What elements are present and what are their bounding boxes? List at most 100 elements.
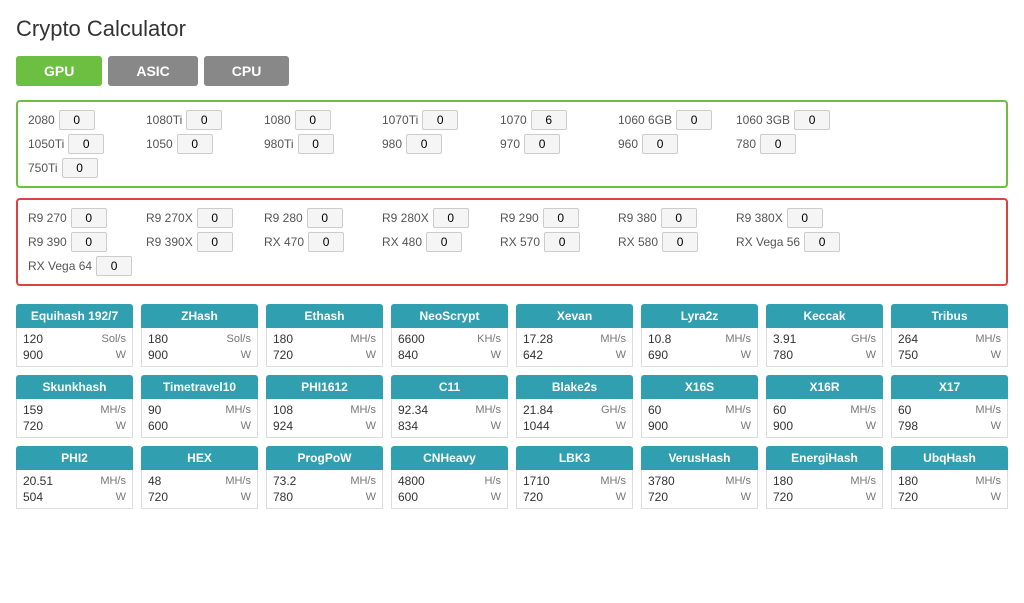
- algo-power-unit: W: [491, 349, 501, 361]
- algo-power-row: 1044W: [523, 419, 626, 433]
- algo-speed-row: 120Sol/s: [23, 332, 126, 346]
- gpu-item: R9 280: [264, 208, 382, 228]
- gpu-label: 1050: [146, 137, 173, 151]
- algo-speed-row: 17.28MH/s: [523, 332, 626, 346]
- algo-name: C11: [391, 375, 508, 399]
- algo-power-unit: W: [616, 420, 626, 432]
- algo-power-unit: W: [866, 491, 876, 503]
- gpu-quantity-input[interactable]: [760, 134, 796, 154]
- algo-speed-row: 20.51MH/s: [23, 474, 126, 488]
- gpu-label: RX Vega 56: [736, 235, 800, 249]
- algo-speed-row: 159MH/s: [23, 403, 126, 417]
- gpu-row: R9 270R9 270XR9 280R9 280XR9 290R9 380R9…: [28, 208, 996, 228]
- gpu-quantity-input[interactable]: [422, 110, 458, 130]
- algo-speed-value: 48: [148, 474, 161, 488]
- gpu-label: RX 480: [382, 235, 422, 249]
- algo-card: ProgPoW73.2MH/s780W: [266, 446, 383, 509]
- gpu-quantity-input[interactable]: [661, 208, 697, 228]
- gpu-item: R9 270: [28, 208, 146, 228]
- algo-power-value: 750: [898, 348, 918, 362]
- gpu-quantity-input[interactable]: [307, 208, 343, 228]
- algo-card: VerusHash3780MH/s720W: [641, 446, 758, 509]
- gpu-quantity-input[interactable]: [544, 232, 580, 252]
- gpu-item: 1080Ti: [146, 110, 264, 130]
- gpu-quantity-input[interactable]: [295, 110, 331, 130]
- gpu-quantity-input[interactable]: [68, 134, 104, 154]
- algo-speed-unit: MH/s: [350, 404, 376, 416]
- algo-speed-unit: MH/s: [850, 475, 876, 487]
- algo-power-row: 600W: [148, 419, 251, 433]
- gpu-quantity-input[interactable]: [426, 232, 462, 252]
- gpu-item: RX 480: [382, 232, 500, 252]
- algo-card: Ethash180MH/s720W: [266, 304, 383, 367]
- algo-speed-value: 4800: [398, 474, 425, 488]
- gpu-quantity-input[interactable]: [71, 232, 107, 252]
- algo-speed-unit: Sol/s: [102, 333, 126, 345]
- gpu-quantity-input[interactable]: [298, 134, 334, 154]
- algo-power-value: 504: [23, 490, 43, 504]
- gpu-item: R9 380X: [736, 208, 854, 228]
- gpu-label: 750Ti: [28, 161, 58, 175]
- algo-speed-value: 180: [148, 332, 168, 346]
- algo-speed-row: 92.34MH/s: [398, 403, 501, 417]
- algo-speed-unit: MH/s: [350, 333, 376, 345]
- algo-name: PHI2: [16, 446, 133, 470]
- algo-grid: Equihash 192/7120Sol/s900WZHash180Sol/s9…: [16, 304, 1008, 509]
- algo-speed-unit: MH/s: [600, 475, 626, 487]
- gpu-quantity-input[interactable]: [794, 110, 830, 130]
- gpu-label: R9 380: [618, 211, 657, 225]
- algo-speed-unit: MH/s: [100, 475, 126, 487]
- gpu-quantity-input[interactable]: [787, 208, 823, 228]
- gpu-quantity-input[interactable]: [531, 110, 567, 130]
- gpu-item: R9 290: [500, 208, 618, 228]
- gpu-item: RX Vega 56: [736, 232, 854, 252]
- gpu-row: RX Vega 64: [28, 256, 996, 276]
- gpu-quantity-input[interactable]: [59, 110, 95, 130]
- gpu-quantity-input[interactable]: [96, 256, 132, 276]
- gpu-quantity-input[interactable]: [524, 134, 560, 154]
- gpu-quantity-input[interactable]: [662, 232, 698, 252]
- tab-cpu[interactable]: CPU: [204, 56, 290, 86]
- algo-power-unit: W: [491, 491, 501, 503]
- gpu-quantity-input[interactable]: [197, 232, 233, 252]
- algo-power-row: 840W: [398, 348, 501, 362]
- gpu-quantity-input[interactable]: [186, 110, 222, 130]
- algo-power-row: 720W: [773, 490, 876, 504]
- gpu-quantity-input[interactable]: [433, 208, 469, 228]
- gpu-quantity-input[interactable]: [642, 134, 678, 154]
- algo-name: ProgPoW: [266, 446, 383, 470]
- nvidia-gpu-section: 20801080Ti10801070Ti10701060 6GB1060 3GB…: [16, 100, 1008, 188]
- algo-name: Skunkhash: [16, 375, 133, 399]
- algo-speed-row: 60MH/s: [773, 403, 876, 417]
- algo-power-row: 834W: [398, 419, 501, 433]
- gpu-quantity-input[interactable]: [197, 208, 233, 228]
- gpu-item: RX 570: [500, 232, 618, 252]
- gpu-quantity-input[interactable]: [804, 232, 840, 252]
- gpu-item: 750Ti: [28, 158, 146, 178]
- algo-power-unit: W: [366, 349, 376, 361]
- algo-power-value: 720: [523, 490, 543, 504]
- gpu-quantity-input[interactable]: [676, 110, 712, 130]
- algo-power-value: 720: [23, 419, 43, 433]
- gpu-quantity-input[interactable]: [308, 232, 344, 252]
- algo-power-value: 720: [148, 490, 168, 504]
- gpu-quantity-input[interactable]: [62, 158, 98, 178]
- algo-card: C11 92.34MH/s 834W: [391, 375, 508, 438]
- gpu-quantity-input[interactable]: [71, 208, 107, 228]
- gpu-quantity-input[interactable]: [543, 208, 579, 228]
- gpu-item: R9 270X: [146, 208, 264, 228]
- algo-power-value: 900: [148, 348, 168, 362]
- algo-power-row: 900W: [23, 348, 126, 362]
- gpu-label: 1060 3GB: [736, 113, 790, 127]
- gpu-label: 980: [382, 137, 402, 151]
- algo-speed-value: 73.2: [273, 474, 296, 488]
- algo-power-row: 504W: [23, 490, 126, 504]
- tab-gpu[interactable]: GPU: [16, 56, 102, 86]
- algo-power-row: 642W: [523, 348, 626, 362]
- gpu-quantity-input[interactable]: [177, 134, 213, 154]
- tab-asic[interactable]: ASIC: [108, 56, 197, 86]
- algo-speed-row: 6600KH/s: [398, 332, 501, 346]
- gpu-label: 970: [500, 137, 520, 151]
- gpu-quantity-input[interactable]: [406, 134, 442, 154]
- algo-power-value: 900: [773, 419, 793, 433]
